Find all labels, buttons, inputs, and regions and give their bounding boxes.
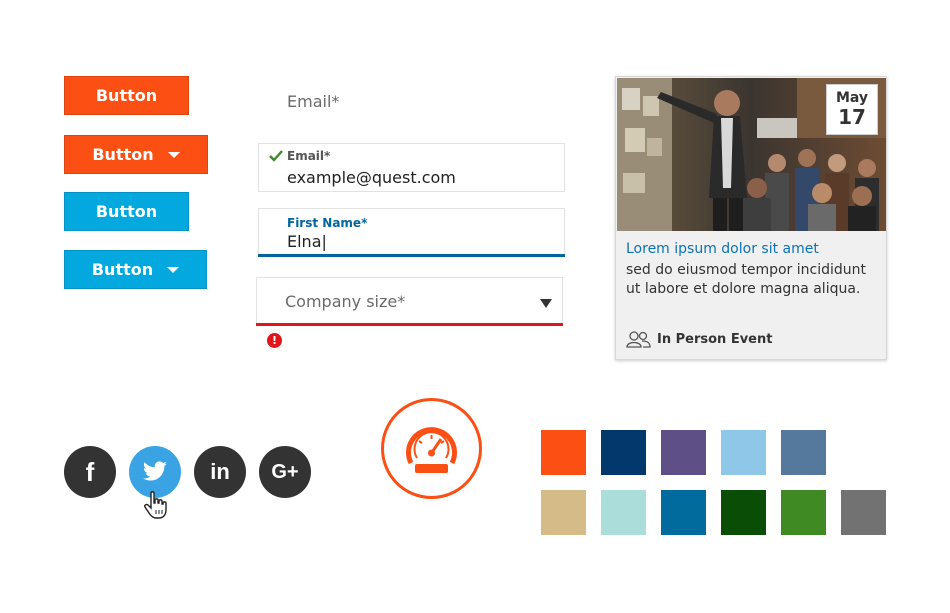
first-name-value: Elna| <box>287 232 327 251</box>
twitter-icon <box>142 461 167 481</box>
blue-button[interactable]: Button <box>64 192 189 231</box>
google-plus-button[interactable]: G+ <box>259 446 311 498</box>
date-badge: May 17 <box>826 84 878 135</box>
linkedin-icon: in <box>210 459 230 484</box>
company-size-placeholder: Company size* <box>285 292 406 311</box>
color-swatch[interactable] <box>661 430 706 475</box>
color-swatch[interactable] <box>721 490 766 535</box>
google-plus-icon: G+ <box>271 460 299 483</box>
event-description: sed do eiusmod tempor incididunt ut labo… <box>626 262 867 297</box>
email-field[interactable]: Email* example@quest.com <box>258 143 565 192</box>
linkedin-button[interactable]: in <box>194 446 246 498</box>
event-type-label: In Person Event <box>657 332 773 347</box>
color-swatch[interactable] <box>601 490 646 535</box>
orange-button[interactable]: Button <box>64 76 189 115</box>
date-month: May <box>835 90 869 106</box>
speedometer-icon <box>381 398 482 499</box>
select-caret-icon <box>540 299 552 308</box>
blue-dropdown-button[interactable]: Button <box>64 250 207 289</box>
color-swatch[interactable] <box>541 490 586 535</box>
caret-down-icon <box>167 151 180 158</box>
facebook-button[interactable]: f <box>64 446 116 498</box>
date-day: 17 <box>838 105 866 129</box>
email-value: example@quest.com <box>287 168 456 187</box>
event-title[interactable]: Lorem ipsum dolor sit amet <box>626 241 819 257</box>
color-swatch[interactable] <box>841 490 886 535</box>
checkmark-icon <box>269 150 283 162</box>
facebook-icon: f <box>85 456 95 487</box>
company-size-select[interactable]: Company size* <box>256 277 563 324</box>
email-label: Email* <box>287 149 331 163</box>
orange-dropdown-button[interactable]: Button <box>64 135 208 174</box>
color-swatch[interactable] <box>541 430 586 475</box>
color-swatch[interactable] <box>721 430 766 475</box>
gauge-icon <box>406 427 457 473</box>
orange-button-label: Button <box>95 86 158 105</box>
orange-dropdown-button-label: Button <box>92 145 154 164</box>
people-icon <box>626 331 651 348</box>
color-swatch[interactable] <box>781 490 826 535</box>
focus-underline <box>258 254 565 257</box>
first-name-field[interactable]: First Name* Elna| <box>258 208 565 255</box>
hand-cursor-icon <box>144 491 167 519</box>
first-name-label: First Name* <box>287 216 368 230</box>
caret-down-icon <box>167 266 180 273</box>
event-type: In Person Event <box>626 331 772 348</box>
blue-button-label: Button <box>95 202 158 221</box>
color-swatch[interactable] <box>601 430 646 475</box>
email-placeholder-field[interactable]: Email* <box>287 92 339 111</box>
blue-dropdown-button-label: Button <box>91 260 154 279</box>
color-swatch[interactable] <box>781 430 826 475</box>
error-underline <box>256 323 563 326</box>
color-swatch[interactable] <box>661 490 706 535</box>
error-icon: ! <box>267 333 282 348</box>
